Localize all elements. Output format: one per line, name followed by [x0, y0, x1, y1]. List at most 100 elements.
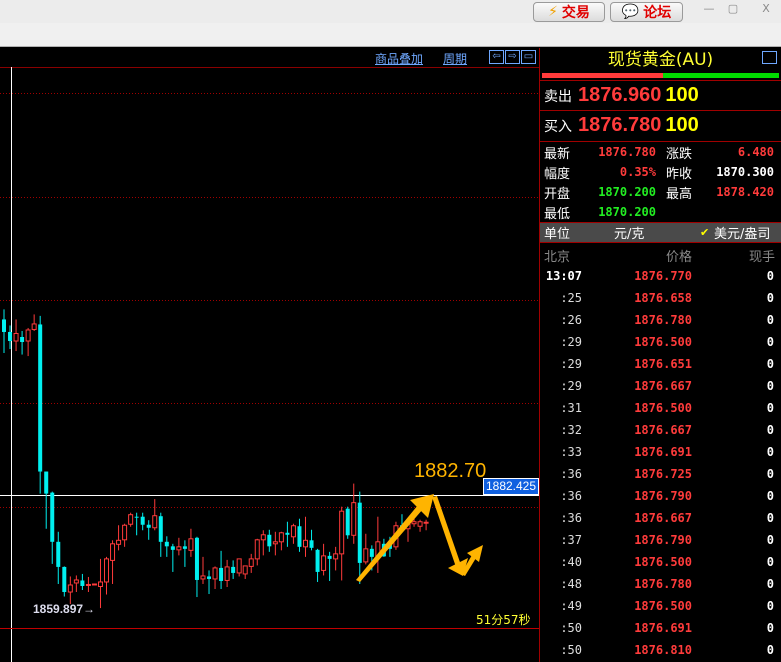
- candle: [31, 314, 37, 331]
- candle: [267, 529, 272, 552]
- ratio-red: [542, 73, 663, 78]
- tick-price: 1876.770: [634, 269, 692, 283]
- chart-canvas: [0, 67, 539, 662]
- ticks-list[interactable]: 13:07 1876.770 0:25 1876.658 0:26 1876.780 0:2…: [540, 265, 781, 661]
- candle-body: [309, 540, 314, 548]
- candle-body: [152, 515, 158, 529]
- tick-row: :26 1876.780 0: [540, 309, 781, 331]
- candle-body: [170, 546, 175, 550]
- candle: [309, 529, 314, 551]
- candle-body: [80, 580, 85, 586]
- tick-volume: 0: [766, 291, 774, 305]
- close-button[interactable]: X: [757, 2, 775, 16]
- candle: [303, 516, 308, 557]
- stats-row: 最低 1870.200: [544, 205, 656, 222]
- candle-body: [248, 558, 254, 567]
- candle-body: [272, 541, 278, 545]
- instrument-title: 现货黄金(AU): [540, 48, 781, 73]
- tick-row: :50 1876.810 0: [540, 639, 781, 661]
- tick-volume: 0: [766, 489, 774, 503]
- candle-body: [219, 567, 224, 581]
- tick-price: 1876.667: [634, 423, 692, 437]
- tick-volume: 0: [766, 357, 774, 371]
- tick-time: :31: [560, 401, 582, 415]
- candle: [417, 519, 423, 532]
- candle-body: [91, 583, 97, 586]
- tick-row: :29 1876.651 0: [540, 353, 781, 375]
- candle-body: [260, 534, 266, 541]
- sell-quote[interactable]: 卖出 1876.960 100: [540, 80, 781, 110]
- candle: [188, 528, 194, 557]
- candle-body: [267, 534, 272, 547]
- candle: [278, 531, 284, 551]
- tick-volume: 0: [766, 577, 774, 591]
- tick-price: 1876.810: [634, 643, 692, 657]
- candle: [116, 525, 122, 551]
- trade-button[interactable]: ⚡ 交易: [533, 2, 605, 22]
- lightning-icon: ⚡: [548, 4, 558, 20]
- candle: [104, 556, 110, 595]
- candle-body: [2, 319, 6, 332]
- candle: [158, 512, 163, 557]
- candle-body: [116, 539, 122, 545]
- candle-body: [417, 521, 423, 527]
- candle-body: [254, 539, 260, 560]
- tick-row: :29 1876.667 0: [540, 375, 781, 397]
- candle: [182, 540, 187, 567]
- candle-body: [38, 324, 43, 472]
- candle-body: [357, 502, 362, 563]
- tick-volume: 0: [766, 445, 774, 459]
- tick-price: 1876.790: [634, 489, 692, 503]
- candle-body: [200, 575, 206, 580]
- candle-body: [231, 566, 236, 573]
- tick-time: :25: [560, 291, 582, 305]
- candle: [56, 531, 61, 584]
- tick-row: :25 1876.658 0: [540, 287, 781, 309]
- candle: [85, 576, 91, 593]
- candle: [339, 506, 345, 581]
- candle-body: [50, 492, 55, 542]
- candle-body: [351, 502, 357, 536]
- candle-body: [278, 532, 284, 543]
- tick-price: 1876.691: [634, 621, 692, 635]
- candle: [25, 327, 31, 357]
- candle-body: [423, 521, 429, 524]
- tick-volume: 0: [766, 335, 774, 349]
- candle: [164, 536, 169, 557]
- tick-price: 1876.667: [634, 379, 692, 393]
- candle-body: [128, 514, 134, 525]
- candle: [242, 565, 248, 579]
- candle-body: [31, 323, 37, 330]
- title-bar: ⚡ 交易 💬 论坛 — ▢ X: [0, 0, 781, 23]
- candle-body: [369, 548, 374, 557]
- tick-time: :36: [560, 489, 582, 503]
- candle: [80, 573, 85, 591]
- tick-price: 1876.651: [634, 357, 692, 371]
- candle: [73, 575, 79, 593]
- tick-time: :29: [560, 335, 582, 349]
- tick-time: :50: [560, 643, 582, 657]
- buy-quote[interactable]: 买入 1876.780 100: [540, 110, 781, 140]
- candle-body: [158, 516, 163, 542]
- tick-volume: 0: [766, 555, 774, 569]
- candle-body: [20, 336, 25, 343]
- candle-body: [212, 567, 218, 580]
- tick-time: :26: [560, 313, 582, 327]
- forum-button[interactable]: 💬 论坛: [610, 2, 683, 22]
- window-icon[interactable]: [762, 51, 777, 64]
- candle: [50, 491, 55, 564]
- tick-price: 1876.500: [634, 555, 692, 569]
- unit-option-usd-oz[interactable]: 美元/盎司: [714, 223, 770, 242]
- unit-option-yuan-gram[interactable]: 元/克: [614, 223, 700, 242]
- minimize-button[interactable]: —: [700, 2, 718, 16]
- stats-row: 最新 1876.780 涨跌 6.480: [544, 145, 774, 162]
- tick-time: :37: [560, 533, 582, 547]
- candle-body: [25, 329, 31, 342]
- candle-body: [62, 566, 67, 593]
- maximize-button[interactable]: ▢: [724, 2, 742, 16]
- candlestick-chart[interactable]: 商品叠加 周期 ⇦ ⇨ ▭ 1882.70 1882.425 1859.897→…: [0, 48, 540, 662]
- candle: [297, 518, 302, 552]
- tick-price: 1876.667: [634, 511, 692, 525]
- tick-volume: 0: [766, 599, 774, 613]
- ratio-green: [662, 73, 779, 78]
